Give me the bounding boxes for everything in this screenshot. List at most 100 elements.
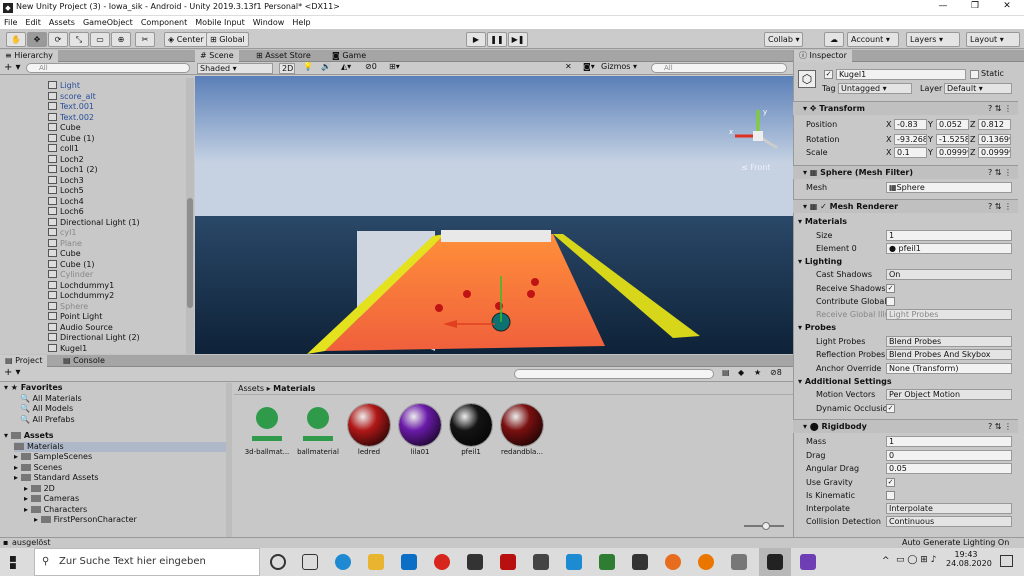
hand-tool-icon[interactable]: ✋ — [6, 32, 26, 47]
menu-edit[interactable]: Edit — [25, 16, 41, 29]
effects-icon[interactable]: ◭▾ — [341, 62, 351, 71]
receive-shadows-checkbox[interactable]: ✓ — [886, 284, 895, 293]
scale-x-field[interactable]: 0.1 — [894, 147, 927, 158]
play-icon[interactable]: ▶ — [466, 32, 486, 47]
cast-shadows-dropdown[interactable]: On — [886, 269, 1012, 280]
favorites-header[interactable]: ▾ ★ Favorites — [4, 383, 63, 394]
dynamic-occlusion-checkbox[interactable]: ✓ — [886, 404, 895, 413]
move-tool-icon[interactable]: ✥ — [27, 32, 47, 47]
hierarchy-item[interactable]: score_alt — [48, 91, 96, 103]
hierarchy-item[interactable]: Loch2 — [48, 154, 84, 166]
hierarchy-item[interactable]: Cube (1) — [48, 259, 95, 271]
collision-detection-dropdown[interactable]: Continuous — [886, 516, 1012, 527]
axis-x-label[interactable]: X — [886, 148, 891, 157]
materials-foldout[interactable]: ▾ Materials — [798, 217, 847, 226]
layout-dropdown[interactable]: Layout ▾ — [966, 32, 1020, 47]
object-name-field[interactable]: Kugel1 — [836, 69, 966, 80]
app3-icon[interactable] — [599, 554, 615, 570]
position-x-field[interactable]: -0.83 — [894, 119, 927, 130]
hierarchy-item[interactable]: Kugel1 — [48, 343, 87, 355]
hierarchy-item[interactable]: Cube — [48, 123, 81, 134]
meshfilter-header[interactable]: ▾ ▦ Sphere (Mesh Filter)? ⇅ ⋮ — [793, 165, 1018, 179]
hierarchy-scrollbar[interactable] — [186, 78, 194, 354]
lighting-foldout[interactable]: ▾ Lighting — [798, 257, 842, 266]
position-y-field[interactable]: 0.052 — [936, 119, 969, 130]
taskbar-search[interactable]: ⚲ Zur Suche Text hier eingeben — [34, 548, 260, 576]
assets-header[interactable]: ▾ Assets — [4, 431, 54, 442]
app-icon[interactable] — [467, 554, 483, 570]
pause-icon[interactable]: ❚❚ — [487, 32, 507, 47]
additional-settings-foldout[interactable]: ▾ Additional Settings — [798, 377, 892, 386]
menu-gameobject[interactable]: GameObject — [83, 16, 133, 29]
menu-component[interactable]: Component — [141, 16, 187, 29]
close-icon[interactable]: ✕ — [992, 1, 1022, 11]
hierarchy-item[interactable]: Lochdummy2 — [48, 291, 114, 302]
custom-tool-icon[interactable]: ✂ — [135, 32, 155, 47]
explorer-icon[interactable] — [368, 554, 384, 570]
status-message[interactable]: ausgelöst — [12, 538, 51, 548]
material-asset[interactable] — [246, 404, 288, 446]
axis-x-label[interactable]: X — [886, 120, 891, 129]
favorite-all-models[interactable]: 🔍 All Models — [20, 404, 73, 415]
edge-icon[interactable] — [335, 554, 351, 570]
tab-scene[interactable]: # Scene — [195, 50, 239, 62]
hierarchy-item[interactable]: Point Light — [48, 312, 102, 323]
axis-z-label[interactable]: Z — [970, 148, 975, 157]
position-z-field[interactable]: 0.812 — [978, 119, 1011, 130]
filter-type-icon[interactable]: ▤ — [722, 368, 730, 377]
create-icon[interactable]: + ▾ — [4, 367, 21, 378]
static-checkbox[interactable] — [970, 70, 979, 79]
tag-dropdown[interactable]: Untagged ▾ — [838, 83, 912, 94]
hierarchy-search[interactable]: All — [26, 63, 190, 73]
asset-folder[interactable]: ▸ Cameras — [24, 494, 79, 505]
pivot-center-button[interactable]: ◈ Center — [164, 32, 208, 47]
axis-z-label[interactable]: Z — [970, 135, 975, 144]
app5-icon[interactable] — [731, 554, 747, 570]
cortana-icon[interactable] — [270, 554, 286, 570]
rotation-y-field[interactable]: -1.5258 — [936, 134, 969, 145]
material-asset[interactable] — [449, 403, 493, 447]
asset-folder[interactable]: ▸ Standard Assets — [14, 473, 99, 484]
add-icon[interactable]: + ▾ — [4, 62, 21, 73]
blender-icon[interactable] — [698, 554, 714, 570]
mail-icon[interactable] — [401, 554, 417, 570]
scale-z-field[interactable]: 0.09999 — [978, 147, 1011, 158]
scale-y-field[interactable]: 0.09999 — [936, 147, 969, 158]
hierarchy-item[interactable]: Lochdummy1 — [48, 280, 114, 292]
material-asset[interactable] — [398, 403, 442, 447]
cloud-icon[interactable]: ☁ — [824, 32, 844, 47]
contribute-gi-checkbox[interactable] — [886, 297, 895, 306]
audio-toggle-icon[interactable]: 🔊 — [321, 62, 331, 71]
axis-x-label[interactable]: X — [886, 135, 891, 144]
tools-icon[interactable]: ✕ — [565, 62, 572, 71]
windows-start-icon[interactable] — [10, 556, 16, 569]
gizmos-dropdown[interactable]: Gizmos ▾ — [601, 62, 637, 71]
asset-folder[interactable]: ▸ Scenes — [14, 463, 62, 474]
axis-z-label[interactable]: Z — [970, 120, 975, 129]
reflection-probes-dropdown[interactable]: Blend Probes And Skybox — [886, 349, 1012, 360]
filter-label-icon[interactable]: ◆ — [738, 368, 744, 377]
asset-folder[interactable]: Materials — [14, 441, 226, 452]
interpolate-dropdown[interactable]: Interpolate — [886, 503, 1012, 514]
motion-vectors-dropdown[interactable]: Per Object Motion — [886, 389, 1012, 400]
rotate-tool-icon[interactable]: ⟳ — [48, 32, 68, 47]
hierarchy-item[interactable]: Text.002 — [48, 112, 94, 124]
shading-dropdown[interactable]: Shaded ▾ — [197, 63, 273, 74]
hierarchy-item[interactable]: Plane — [48, 238, 82, 250]
tab-project[interactable]: ▤ Project — [0, 355, 48, 367]
rigidbody-header[interactable]: ▾ ⬤ Rigidbody? ⇅ ⋮ — [793, 419, 1018, 433]
hidden-objects-icon[interactable]: ⊘0 — [365, 62, 377, 71]
hierarchy-item[interactable]: Loch5 — [48, 186, 84, 197]
asset-folder[interactable]: ▸ Characters — [24, 505, 87, 516]
mesh-field[interactable]: ▦Sphere — [886, 182, 1012, 193]
favorite-icon[interactable]: ★ — [754, 368, 761, 377]
hierarchy-item[interactable]: Loch1 (2) — [48, 165, 98, 176]
visual-studio-icon[interactable] — [800, 554, 816, 570]
icon-size-slider[interactable] — [744, 522, 784, 530]
anchor-override-field[interactable]: None (Transform) — [886, 363, 1012, 374]
favorite-all-prefabs[interactable]: 🔍 All Prefabs — [20, 415, 75, 426]
hierarchy-scroll-thumb[interactable] — [187, 198, 193, 308]
hierarchy-item[interactable]: Sphere — [48, 301, 88, 313]
account-dropdown[interactable]: Account ▾ — [847, 32, 899, 47]
hierarchy-item[interactable]: Loch3 — [48, 175, 84, 187]
